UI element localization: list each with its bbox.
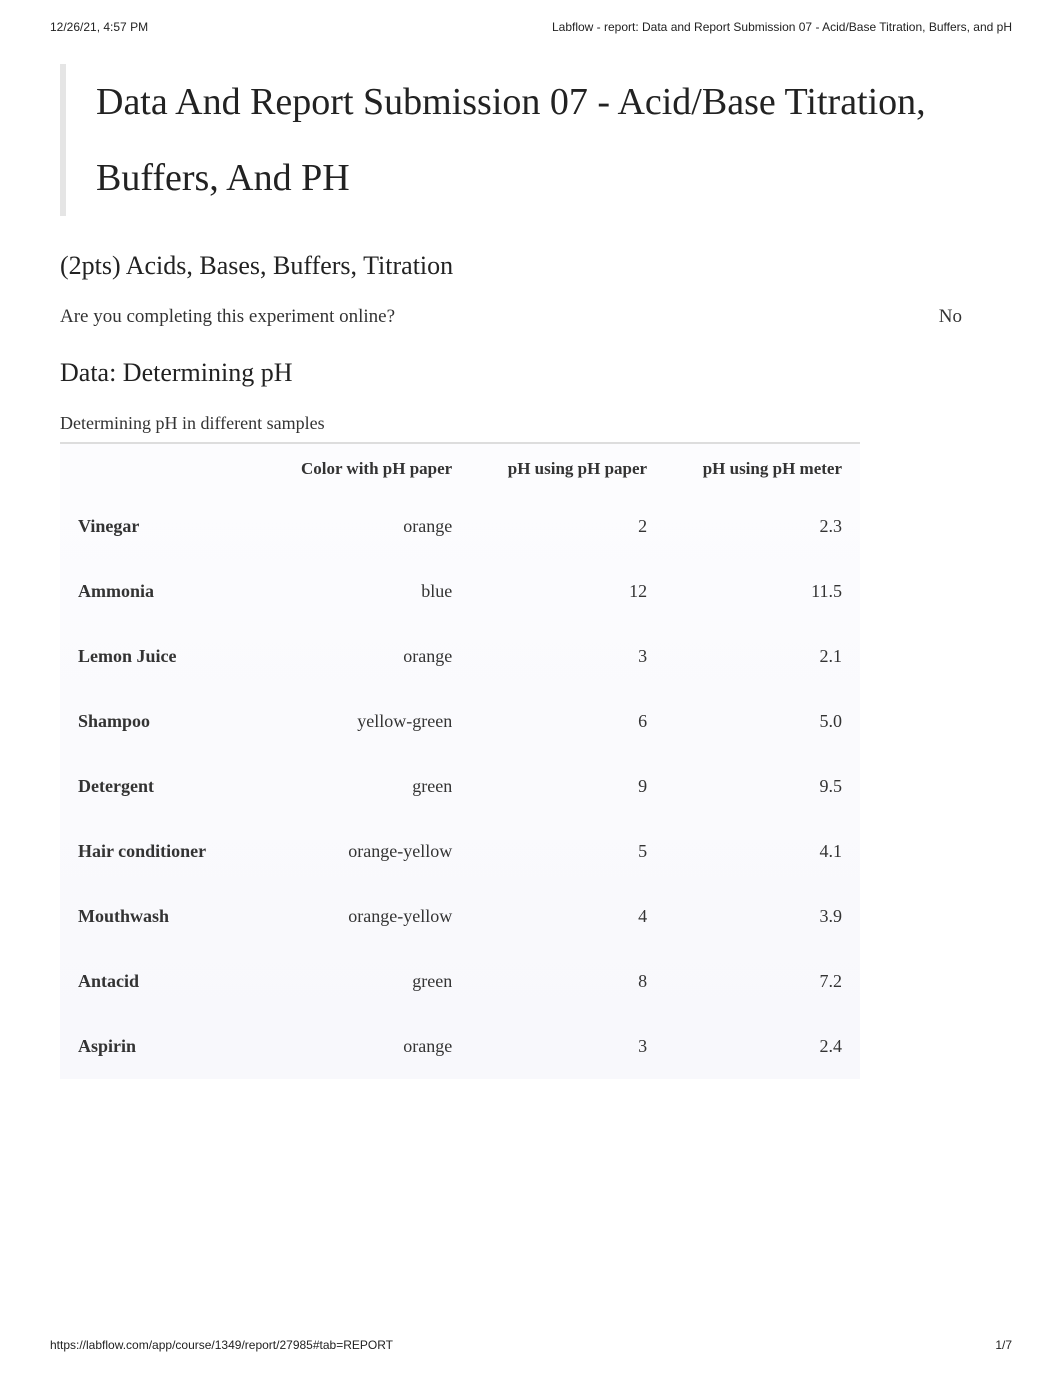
table-cell-ph_meter: 2.3 xyxy=(665,494,860,559)
table-cell-sample: Lemon Juice xyxy=(60,624,275,689)
document-content: Data And Report Submission 07 - Acid/Bas… xyxy=(0,44,1062,1079)
table-cell-ph_paper: 8 xyxy=(470,949,665,1014)
col-ph-paper: pH using pH paper xyxy=(470,443,665,494)
table-cell-sample: Shampoo xyxy=(60,689,275,754)
question-row: Are you completing this experiment onlin… xyxy=(60,306,1002,328)
table-row: Aspirinorange32.4 xyxy=(60,1014,860,1079)
table-cell-color: green xyxy=(275,949,470,1014)
table-cell-color: orange xyxy=(275,624,470,689)
table-cell-ph_paper: 3 xyxy=(470,624,665,689)
question-answer: No xyxy=(939,306,962,328)
page-title: Data And Report Submission 07 - Acid/Bas… xyxy=(96,64,1002,216)
table-cell-sample: Detergent xyxy=(60,754,275,819)
print-timestamp: 12/26/21, 4:57 PM xyxy=(50,20,148,34)
print-page-title: Labflow - report: Data and Report Submis… xyxy=(552,20,1012,34)
table-cell-sample: Ammonia xyxy=(60,559,275,624)
table-cell-ph_paper: 9 xyxy=(470,754,665,819)
table-cell-ph_paper: 12 xyxy=(470,559,665,624)
col-color: Color with pH paper xyxy=(275,443,470,494)
table-cell-color: yellow-green xyxy=(275,689,470,754)
table-cell-sample: Aspirin xyxy=(60,1014,275,1079)
table-cell-ph_meter: 2.1 xyxy=(665,624,860,689)
print-header: 12/26/21, 4:57 PM Labflow - report: Data… xyxy=(0,0,1062,44)
table-cell-ph_paper: 4 xyxy=(470,884,665,949)
table-row: Mouthwashorange-yellow43.9 xyxy=(60,884,860,949)
table-cell-sample: Hair conditioner xyxy=(60,819,275,884)
table-cell-ph_meter: 7.2 xyxy=(665,949,860,1014)
table-cell-ph_meter: 4.1 xyxy=(665,819,860,884)
table-cell-ph_meter: 5.0 xyxy=(665,689,860,754)
table-caption: Determining pH in different samples xyxy=(60,413,1002,434)
table-cell-color: orange xyxy=(275,494,470,559)
table-cell-color: blue xyxy=(275,559,470,624)
footer-page-number: 1/7 xyxy=(995,1338,1012,1352)
table-row: Lemon Juiceorange32.1 xyxy=(60,624,860,689)
section-heading-data-ph: Data: Determining pH xyxy=(60,358,1002,388)
table-cell-ph_meter: 9.5 xyxy=(665,754,860,819)
table-cell-ph_meter: 3.9 xyxy=(665,884,860,949)
table-row: Vinegarorange22.3 xyxy=(60,494,860,559)
section-heading-acids: (2pts) Acids, Bases, Buffers, Titration xyxy=(60,251,1002,281)
table-cell-ph_paper: 2 xyxy=(470,494,665,559)
table-cell-sample: Vinegar xyxy=(60,494,275,559)
col-ph-meter: pH using pH meter xyxy=(665,443,860,494)
table-cell-ph_meter: 11.5 xyxy=(665,559,860,624)
table-cell-sample: Antacid xyxy=(60,949,275,1014)
table-row: Hair conditionerorange-yellow54.1 xyxy=(60,819,860,884)
col-sample xyxy=(60,443,275,494)
table-cell-ph_paper: 6 xyxy=(470,689,665,754)
table-row: Detergentgreen99.5 xyxy=(60,754,860,819)
table-row: Shampooyellow-green65.0 xyxy=(60,689,860,754)
print-footer: https://labflow.com/app/course/1349/repo… xyxy=(50,1338,1012,1352)
main-title-container: Data And Report Submission 07 - Acid/Bas… xyxy=(60,64,1002,216)
table-cell-color: orange-yellow xyxy=(275,819,470,884)
table-cell-ph_paper: 3 xyxy=(470,1014,665,1079)
ph-data-table: Color with pH paper pH using pH paper pH… xyxy=(60,442,860,1079)
table-cell-color: orange xyxy=(275,1014,470,1079)
table-cell-ph_meter: 2.4 xyxy=(665,1014,860,1079)
table-cell-sample: Mouthwash xyxy=(60,884,275,949)
table-cell-color: green xyxy=(275,754,470,819)
table-cell-ph_paper: 5 xyxy=(470,819,665,884)
question-text: Are you completing this experiment onlin… xyxy=(60,306,395,328)
footer-url: https://labflow.com/app/course/1349/repo… xyxy=(50,1338,393,1352)
table-row: Ammoniablue1211.5 xyxy=(60,559,860,624)
table-header-row: Color with pH paper pH using pH paper pH… xyxy=(60,443,860,494)
table-row: Antacidgreen87.2 xyxy=(60,949,860,1014)
table-cell-color: orange-yellow xyxy=(275,884,470,949)
